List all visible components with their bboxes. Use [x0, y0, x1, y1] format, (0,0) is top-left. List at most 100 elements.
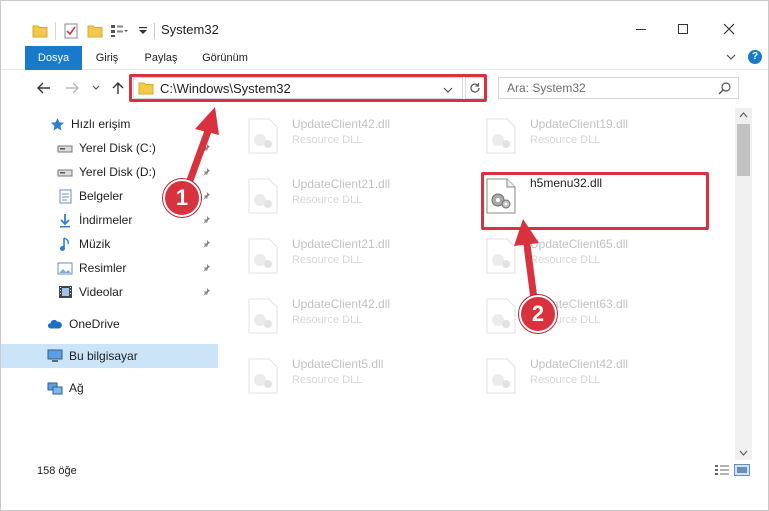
sidebar-item-label: Ağ — [69, 381, 84, 395]
file-type: Resource DLL — [292, 314, 363, 326]
search-input[interactable]: Ara: System32 — [507, 81, 586, 95]
file-list: UpdateClient42.dll Resource DLL UpdateCl… — [223, 108, 735, 458]
step-2-badge: 2 — [519, 295, 557, 333]
sidebar-item-label: Videolar — [79, 285, 123, 299]
sidebar-item-local-disk-c[interactable]: Yerel Disk (C:) — [1, 136, 218, 160]
maximize-icon — [678, 24, 688, 34]
forward-button[interactable] — [63, 79, 81, 97]
navigation-bar: C:\Windows\System32 Ara: System32 — [1, 71, 768, 105]
dll-file-icon — [486, 238, 516, 274]
sidebar-item-label: Bu bilgisayar — [69, 349, 138, 363]
pin-icon — [202, 166, 212, 180]
sidebar-item-quick-access[interactable]: Hızlı erişim — [1, 112, 218, 136]
file-item[interactable]: UpdateClient65.dll Resource DLL — [485, 232, 715, 280]
drive-icon — [57, 164, 73, 180]
expand-ribbon-button[interactable] — [726, 50, 736, 64]
tab-file[interactable]: Dosya — [25, 46, 82, 70]
details-view-button[interactable] — [714, 464, 730, 479]
recent-locations-button[interactable] — [87, 79, 105, 97]
sidebar-item-label: Müzik — [79, 237, 111, 251]
dll-file-icon — [486, 118, 516, 154]
step-1-badge: 1 — [163, 179, 201, 217]
scrollbar-thumb[interactable] — [737, 124, 750, 176]
documents-icon — [57, 188, 73, 204]
file-item[interactable]: UpdateClient21.dll Resource DLL — [247, 172, 477, 220]
file-explorer-window: System32 Dosya Giriş Paylaş Görünüm ? C:… — [0, 0, 769, 511]
sidebar-item-label: Yerel Disk (C:) — [79, 141, 156, 155]
dll-file-icon — [248, 118, 278, 154]
file-item[interactable]: UpdateClient42.dll Resource DLL — [247, 112, 477, 160]
file-item[interactable]: UpdateClient5.dll Resource DLL — [247, 352, 477, 400]
file-item[interactable]: UpdateClient42.dll Resource DLL — [485, 352, 715, 400]
search-box[interactable]: Ara: System32 — [498, 77, 739, 99]
view-options-icon[interactable] — [110, 22, 128, 40]
view-switcher — [714, 464, 750, 479]
file-name: UpdateClient65.dll — [530, 237, 629, 251]
ribbon-controls: ? — [726, 50, 762, 64]
properties-icon[interactable] — [62, 22, 80, 40]
scroll-up-icon[interactable] — [739, 112, 748, 118]
pin-icon — [202, 142, 212, 156]
sidebar-item-label: Hızlı erişim — [71, 117, 131, 131]
search-icon — [718, 82, 731, 95]
file-name: UpdateClient21.dll — [292, 177, 391, 191]
minimize-button[interactable] — [621, 17, 661, 41]
file-item[interactable]: UpdateClient19.dll Resource DLL — [485, 112, 715, 160]
sidebar-item-pictures[interactable]: Resimler — [1, 256, 218, 280]
maximize-button[interactable] — [663, 17, 703, 41]
large-icons-view-button[interactable] — [734, 464, 750, 479]
details-view-icon — [715, 465, 729, 475]
file-name: UpdateClient5.dll — [292, 357, 384, 371]
navigation-pane: Hızlı erişim Yerel Disk (C:) Yerel Disk … — [1, 108, 221, 458]
cloud-icon — [47, 316, 63, 332]
customize-toolbar-icon[interactable] — [134, 22, 152, 40]
vertical-scrollbar[interactable] — [735, 108, 752, 460]
dll-file-icon — [248, 178, 278, 214]
toolbar-separator — [55, 22, 56, 40]
tab-share[interactable]: Paylaş — [139, 46, 183, 70]
file-type: Resource DLL — [530, 134, 601, 146]
up-button[interactable] — [109, 79, 127, 97]
file-name: UpdateClient19.dll — [530, 117, 629, 131]
file-item[interactable]: UpdateClient42.dll Resource DLL — [247, 292, 477, 340]
scroll-down-icon[interactable] — [739, 450, 748, 456]
chevron-down-icon — [92, 85, 100, 90]
pictures-icon — [57, 260, 73, 276]
pin-icon — [202, 214, 212, 228]
network-icon — [47, 380, 63, 396]
star-icon — [49, 116, 65, 132]
file-name: UpdateClient21.dll — [292, 237, 391, 251]
file-type: Resource DLL — [292, 374, 363, 386]
file-item[interactable]: UpdateClient21.dll Resource DLL — [247, 232, 477, 280]
sidebar-item-network[interactable]: Ağ — [1, 376, 218, 400]
address-highlight-frame — [129, 74, 487, 102]
item-count: 158 öğe — [37, 465, 77, 477]
sidebar-item-label: OneDrive — [69, 317, 120, 331]
file-type: Resource DLL — [292, 254, 363, 266]
new-folder-icon[interactable] — [86, 22, 104, 40]
sidebar-item-onedrive[interactable]: OneDrive — [1, 312, 218, 336]
file-type: Resource DLL — [292, 134, 363, 146]
close-button[interactable] — [709, 17, 749, 41]
download-icon — [57, 212, 73, 228]
file-type: Resource DLL — [292, 194, 363, 206]
tab-home[interactable]: Giriş — [88, 46, 126, 70]
arrow-up-icon — [112, 82, 124, 94]
status-bar: 158 öğe — [1, 460, 768, 482]
pin-icon — [202, 238, 212, 252]
file-name: UpdateClient42.dll — [530, 357, 629, 371]
sidebar-item-videos[interactable]: Videolar — [1, 280, 218, 304]
arrow-right-icon — [66, 82, 79, 94]
sidebar-item-label: Yerel Disk (D:) — [79, 165, 156, 179]
sidebar-item-music[interactable]: Müzik — [1, 232, 218, 256]
arrow-left-icon — [37, 82, 50, 94]
file-highlight-frame — [481, 172, 709, 230]
help-button[interactable]: ? — [748, 50, 762, 64]
back-button[interactable] — [35, 79, 53, 97]
quick-access-toolbar — [31, 21, 152, 41]
sidebar-item-this-pc[interactable]: Bu bilgisayar — [1, 344, 218, 368]
dll-file-icon — [248, 358, 278, 394]
large-icons-view-icon — [734, 464, 750, 476]
tab-view[interactable]: Görünüm — [195, 46, 255, 70]
dll-file-icon — [486, 358, 516, 394]
